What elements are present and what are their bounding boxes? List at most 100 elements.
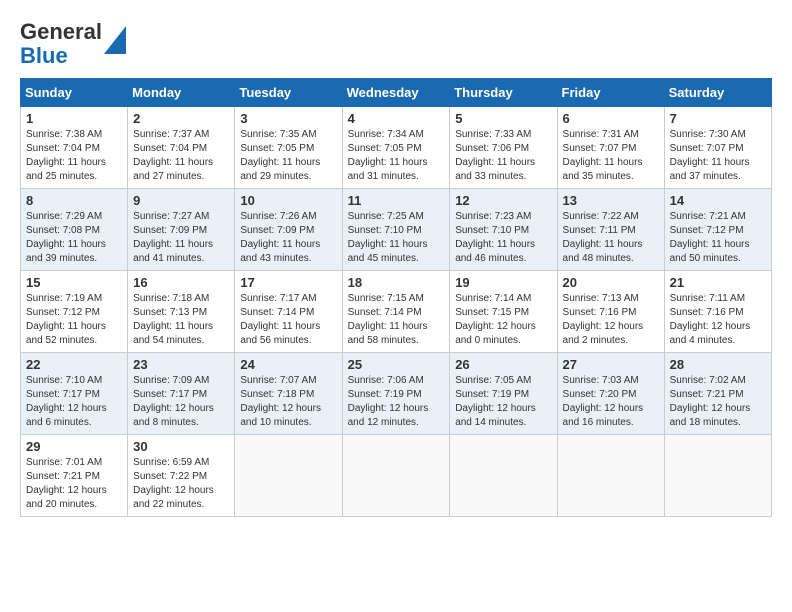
calendar-cell: 7Sunrise: 7:30 AM Sunset: 7:07 PM Daylig… <box>664 107 771 189</box>
calendar-cell: 25 Sunrise: 7:06 AM Sunset: 7:19 PM Dayli… <box>342 353 450 435</box>
calendar-cell <box>557 435 664 517</box>
day-number: 20 <box>563 275 659 290</box>
calendar-cell: 19 Sunrise: 7:14 AM Sunset: 7:15 PM Dayli… <box>450 271 557 353</box>
calendar-cell: 6Sunrise: 7:31 AM Sunset: 7:07 PM Daylig… <box>557 107 664 189</box>
day-info: Sunrise: 7:27 AM Sunset: 7:09 PM Dayligh… <box>133 210 229 266</box>
day-info: Sunrise: 7:37 AM Sunset: 7:04 PM Dayligh… <box>133 128 229 184</box>
col-sunday: Sunday <box>21 79 128 107</box>
calendar-cell: 10Sunrise: 7:26 AM Sunset: 7:09 PM Dayli… <box>235 189 342 271</box>
col-saturday: Saturday <box>664 79 771 107</box>
calendar-body: 1Sunrise: 7:38 AM Sunset: 7:04 PM Daylig… <box>21 107 772 517</box>
day-info: Sunrise: 7:15 AM Sunset: 7:14 PM Dayligh… <box>348 292 445 348</box>
day-info: Sunrise: 7:18 AM Sunset: 7:13 PM Dayligh… <box>133 292 229 348</box>
day-number: 18 <box>348 275 445 290</box>
day-number: 23 <box>133 357 229 372</box>
calendar-cell: 12 Sunrise: 7:23 AM Sunset: 7:10 PM Dayli… <box>450 189 557 271</box>
day-info: Sunrise: 7:13 AM Sunset: 7:16 PM Dayligh… <box>563 292 659 348</box>
day-number: 9 <box>133 193 229 208</box>
calendar-cell <box>664 435 771 517</box>
day-number: 8 <box>26 193 122 208</box>
day-number: 19 <box>455 275 551 290</box>
day-number: 13 <box>563 193 659 208</box>
calendar-cell: 27Sunrise: 7:03 AM Sunset: 7:20 PM Dayli… <box>557 353 664 435</box>
day-info: Sunrise: 7:29 AM Sunset: 7:08 PM Dayligh… <box>26 210 122 266</box>
calendar-cell <box>450 435 557 517</box>
calendar-cell <box>235 435 342 517</box>
logo-icon <box>104 26 126 54</box>
day-info: Sunrise: 7:19 AM Sunset: 7:12 PM Dayligh… <box>26 292 122 348</box>
calendar-week-5: 29 Sunrise: 7:01 AM Sunset: 7:21 PM Dayli… <box>21 435 772 517</box>
calendar-table: Sunday Monday Tuesday Wednesday Thursday… <box>20 78 772 517</box>
day-number: 28 <box>670 357 766 372</box>
calendar-cell: 30Sunrise: 6:59 AM Sunset: 7:22 PM Dayli… <box>128 435 235 517</box>
day-info: Sunrise: 7:21 AM Sunset: 7:12 PM Dayligh… <box>670 210 766 266</box>
day-info: Sunrise: 6:59 AM Sunset: 7:22 PM Dayligh… <box>133 456 229 512</box>
day-number: 6 <box>563 111 659 126</box>
calendar-cell: 16Sunrise: 7:18 AM Sunset: 7:13 PM Dayli… <box>128 271 235 353</box>
calendar-cell: 4 Sunrise: 7:34 AM Sunset: 7:05 PM Daylig… <box>342 107 450 189</box>
col-wednesday: Wednesday <box>342 79 450 107</box>
calendar-cell: 14 Sunrise: 7:21 AM Sunset: 7:12 PM Dayli… <box>664 189 771 271</box>
day-number: 24 <box>240 357 336 372</box>
day-info: Sunrise: 7:25 AM Sunset: 7:10 PM Dayligh… <box>348 210 445 266</box>
col-thursday: Thursday <box>450 79 557 107</box>
calendar-cell: 18 Sunrise: 7:15 AM Sunset: 7:14 PM Dayli… <box>342 271 450 353</box>
day-info: Sunrise: 7:34 AM Sunset: 7:05 PM Dayligh… <box>348 128 445 184</box>
logo-text: General Blue <box>20 20 102 68</box>
calendar-cell: 24 Sunrise: 7:07 AM Sunset: 7:18 PM Dayli… <box>235 353 342 435</box>
col-friday: Friday <box>557 79 664 107</box>
calendar-cell <box>342 435 450 517</box>
day-number: 4 <box>348 111 445 126</box>
calendar-cell: 1Sunrise: 7:38 AM Sunset: 7:04 PM Daylig… <box>21 107 128 189</box>
day-info: Sunrise: 7:05 AM Sunset: 7:19 PM Dayligh… <box>455 374 551 430</box>
day-info: Sunrise: 7:14 AM Sunset: 7:15 PM Dayligh… <box>455 292 551 348</box>
calendar-cell: 2 Sunrise: 7:37 AM Sunset: 7:04 PM Daylig… <box>128 107 235 189</box>
calendar-week-3: 15 Sunrise: 7:19 AM Sunset: 7:12 PM Dayli… <box>21 271 772 353</box>
calendar-cell: 29 Sunrise: 7:01 AM Sunset: 7:21 PM Dayli… <box>21 435 128 517</box>
day-info: Sunrise: 7:23 AM Sunset: 7:10 PM Dayligh… <box>455 210 551 266</box>
page-header: General Blue <box>20 20 772 68</box>
calendar-cell: 22Sunrise: 7:10 AM Sunset: 7:17 PM Dayli… <box>21 353 128 435</box>
calendar-cell: 11 Sunrise: 7:25 AM Sunset: 7:10 PM Dayli… <box>342 189 450 271</box>
calendar-week-4: 22Sunrise: 7:10 AM Sunset: 7:17 PM Dayli… <box>21 353 772 435</box>
logo: General Blue <box>20 20 126 68</box>
day-info: Sunrise: 7:06 AM Sunset: 7:19 PM Dayligh… <box>348 374 445 430</box>
calendar-cell: 8 Sunrise: 7:29 AM Sunset: 7:08 PM Daylig… <box>21 189 128 271</box>
day-info: Sunrise: 7:03 AM Sunset: 7:20 PM Dayligh… <box>563 374 659 430</box>
day-number: 11 <box>348 193 445 208</box>
day-info: Sunrise: 7:09 AM Sunset: 7:17 PM Dayligh… <box>133 374 229 430</box>
day-info: Sunrise: 7:33 AM Sunset: 7:06 PM Dayligh… <box>455 128 551 184</box>
calendar-header: Sunday Monday Tuesday Wednesday Thursday… <box>21 79 772 107</box>
logo-general: General <box>20 19 102 44</box>
calendar-cell: 26Sunrise: 7:05 AM Sunset: 7:19 PM Dayli… <box>450 353 557 435</box>
day-info: Sunrise: 7:11 AM Sunset: 7:16 PM Dayligh… <box>670 292 766 348</box>
day-number: 1 <box>26 111 122 126</box>
col-monday: Monday <box>128 79 235 107</box>
day-number: 5 <box>455 111 551 126</box>
day-number: 2 <box>133 111 229 126</box>
day-number: 12 <box>455 193 551 208</box>
day-number: 17 <box>240 275 336 290</box>
header-row: Sunday Monday Tuesday Wednesday Thursday… <box>21 79 772 107</box>
day-number: 22 <box>26 357 122 372</box>
calendar-cell: 17 Sunrise: 7:17 AM Sunset: 7:14 PM Dayli… <box>235 271 342 353</box>
day-number: 29 <box>26 439 122 454</box>
calendar-week-2: 8 Sunrise: 7:29 AM Sunset: 7:08 PM Daylig… <box>21 189 772 271</box>
calendar-cell: 15 Sunrise: 7:19 AM Sunset: 7:12 PM Dayli… <box>21 271 128 353</box>
day-info: Sunrise: 7:02 AM Sunset: 7:21 PM Dayligh… <box>670 374 766 430</box>
calendar-cell: 23 Sunrise: 7:09 AM Sunset: 7:17 PM Dayli… <box>128 353 235 435</box>
calendar-cell: 13Sunrise: 7:22 AM Sunset: 7:11 PM Dayli… <box>557 189 664 271</box>
day-number: 15 <box>26 275 122 290</box>
day-number: 25 <box>348 357 445 372</box>
calendar-cell: 21Sunrise: 7:11 AM Sunset: 7:16 PM Dayli… <box>664 271 771 353</box>
calendar-cell: 28 Sunrise: 7:02 AM Sunset: 7:21 PM Dayli… <box>664 353 771 435</box>
calendar-cell: 9 Sunrise: 7:27 AM Sunset: 7:09 PM Daylig… <box>128 189 235 271</box>
day-info: Sunrise: 7:17 AM Sunset: 7:14 PM Dayligh… <box>240 292 336 348</box>
calendar-cell: 3Sunrise: 7:35 AM Sunset: 7:05 PM Daylig… <box>235 107 342 189</box>
day-info: Sunrise: 7:01 AM Sunset: 7:21 PM Dayligh… <box>26 456 122 512</box>
day-info: Sunrise: 7:30 AM Sunset: 7:07 PM Dayligh… <box>670 128 766 184</box>
calendar-week-1: 1Sunrise: 7:38 AM Sunset: 7:04 PM Daylig… <box>21 107 772 189</box>
day-info: Sunrise: 7:07 AM Sunset: 7:18 PM Dayligh… <box>240 374 336 430</box>
col-tuesday: Tuesday <box>235 79 342 107</box>
day-number: 14 <box>670 193 766 208</box>
